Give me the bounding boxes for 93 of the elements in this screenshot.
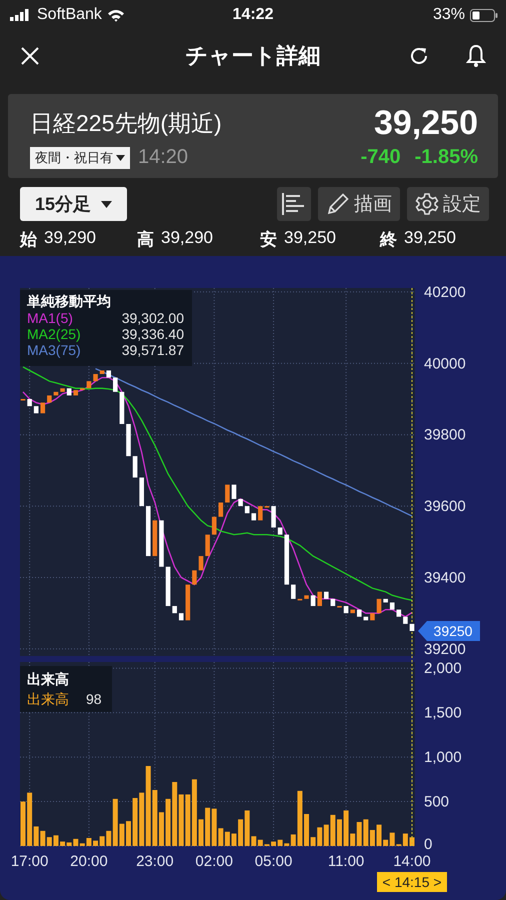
legend-label: MA1(5) xyxy=(27,310,73,326)
quote-time: 14:20 xyxy=(138,146,188,169)
axis-label: 39800 xyxy=(424,426,466,444)
percent-change: -1.85% xyxy=(414,146,478,169)
candlestick xyxy=(166,566,170,606)
axis-label: 40200 xyxy=(424,284,466,301)
volume-bar xyxy=(20,802,26,846)
axis-label: 40000 xyxy=(424,355,466,372)
candlestick xyxy=(225,484,230,503)
close-icon[interactable] xyxy=(20,46,40,66)
refresh-icon[interactable] xyxy=(408,45,430,67)
axis-label: 02:00 xyxy=(195,853,233,870)
settings-button[interactable]: 設定 xyxy=(407,187,489,221)
legend-value: 39,571.87 xyxy=(122,342,184,358)
ohlc-label: 安 xyxy=(260,228,277,250)
status-time: 14:22 xyxy=(232,6,274,24)
legend-value: 98 xyxy=(86,691,102,707)
battery-icon xyxy=(470,8,498,22)
candlestick xyxy=(186,584,190,620)
axis-label: 23:00 xyxy=(136,853,174,870)
ohlc-label: 高 xyxy=(137,228,154,250)
candlestick xyxy=(126,424,131,456)
ohlc-value: 39,250 xyxy=(284,228,336,248)
axis-label: 11:00 xyxy=(328,853,364,870)
current-price-tag: 39250 xyxy=(418,621,480,642)
candlestick xyxy=(152,520,158,556)
candlestick xyxy=(113,378,118,392)
carrier-name: SoftBank xyxy=(37,6,102,24)
candlestick xyxy=(317,592,322,606)
gear-icon xyxy=(415,192,439,216)
volume-bar xyxy=(126,821,131,846)
axis-label: 05:00 xyxy=(254,853,292,870)
candlestick xyxy=(132,456,138,478)
wifi-icon xyxy=(106,8,125,22)
legend-label: MA3(75) xyxy=(27,342,81,358)
volume-bar xyxy=(410,837,414,846)
price-change: -740 xyxy=(360,146,401,169)
axis-label: 2,000 xyxy=(424,660,462,678)
candlestick xyxy=(264,506,270,508)
cursor-time-tag: < 14:15 > xyxy=(377,872,447,892)
candlestick xyxy=(232,484,236,499)
axis-label: 20:00 xyxy=(70,853,108,870)
candlestick xyxy=(146,506,151,556)
legend-title: 単純移動平均 xyxy=(27,293,111,309)
candlestick xyxy=(198,556,204,570)
candlestick xyxy=(212,516,216,535)
instrument-name: 日経225先物(期近) xyxy=(30,108,222,138)
volume-bar xyxy=(304,814,309,846)
draw-button[interactable]: 描画 xyxy=(318,187,400,221)
caret-icon xyxy=(116,154,125,160)
ohlc-value: 39,290 xyxy=(44,228,96,248)
axis-label: 17:00 xyxy=(10,853,48,870)
candlestick xyxy=(376,598,382,614)
legend-label: MA2(25) xyxy=(27,326,81,342)
indicator-button[interactable] xyxy=(277,187,311,221)
screen-title: チャート詳細 xyxy=(186,42,320,70)
candlestick xyxy=(159,520,164,567)
axis-label: 39400 xyxy=(424,569,466,586)
interval-dropdown[interactable]: 15分足 xyxy=(20,187,127,221)
axis-label: 1,000 xyxy=(424,749,462,766)
pencil-icon xyxy=(326,192,350,216)
legend-value: 39,302.00 xyxy=(122,310,184,326)
candlestick xyxy=(192,570,197,585)
candlestick xyxy=(258,506,263,520)
axis-label: 39200 xyxy=(424,640,466,656)
candlestick xyxy=(278,528,282,535)
candlestick xyxy=(310,595,316,606)
candlestick xyxy=(139,478,144,506)
axis-label: 14:00 xyxy=(393,853,431,870)
ohlc-value: 39,250 xyxy=(404,228,456,248)
bell-icon[interactable] xyxy=(466,44,486,68)
list-icon xyxy=(282,193,306,215)
axis-label: 500 xyxy=(424,794,450,811)
session-dropdown[interactable]: 夜間・祝日有 xyxy=(30,146,130,168)
candlestick xyxy=(205,534,210,556)
caret-icon xyxy=(101,200,112,208)
legend-title: 出来高 xyxy=(27,671,69,687)
candlestick xyxy=(284,534,290,585)
candlestick xyxy=(291,584,296,599)
ohlc-label: 終 xyxy=(380,228,397,250)
axis-label: 39600 xyxy=(424,498,466,516)
battery-percent: 33% xyxy=(432,6,465,24)
legend-value: 39,336.40 xyxy=(122,326,184,342)
legend-label: 出来高 xyxy=(27,691,69,707)
axis-label: 0 xyxy=(424,836,432,853)
last-price: 39,250 xyxy=(374,104,478,142)
ohlc-label: 始 xyxy=(20,228,37,250)
candlestick xyxy=(218,502,224,517)
axis-label: 1,500 xyxy=(424,704,462,722)
candlestick xyxy=(120,392,124,424)
ohlc-value: 39,290 xyxy=(161,228,213,248)
candlestick xyxy=(271,506,276,528)
candlestick xyxy=(40,402,46,414)
